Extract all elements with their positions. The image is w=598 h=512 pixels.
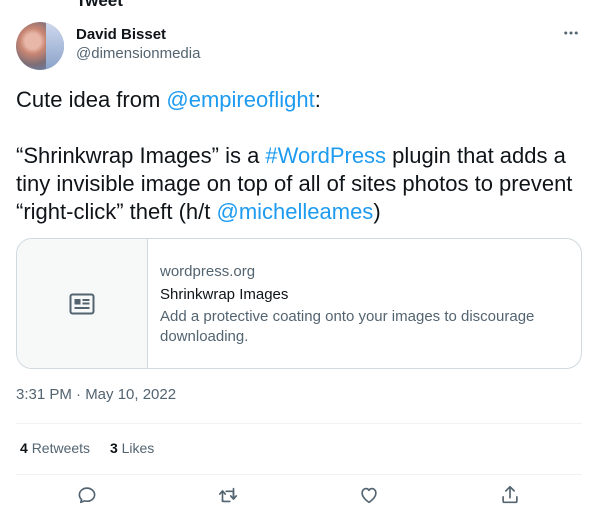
hashtag-link-wordpress[interactable]: #WordPress bbox=[265, 143, 386, 168]
card-media bbox=[17, 239, 148, 368]
card-description: Add a protective coating onto your image… bbox=[160, 308, 535, 345]
link-card[interactable]: wordpress.org Shrinkwrap Images Add a pr… bbox=[16, 238, 582, 369]
more-options-button[interactable] bbox=[560, 22, 582, 44]
share-icon bbox=[502, 485, 518, 504]
divider bbox=[16, 474, 582, 475]
share-button[interactable] bbox=[499, 484, 521, 506]
retweets-label: Retweets bbox=[31, 440, 91, 456]
author-names: David Bisset @dimensionmedia bbox=[76, 26, 200, 64]
author-display-name[interactable]: David Bisset bbox=[76, 26, 200, 44]
action-bar bbox=[0, 484, 598, 512]
like-icon bbox=[361, 487, 377, 504]
reply-icon bbox=[78, 487, 96, 504]
tweet-text: Cute idea from @empireoflight: “Shrinkwr… bbox=[16, 86, 582, 226]
avatar[interactable] bbox=[16, 22, 64, 70]
retweet-icon bbox=[218, 487, 238, 503]
like-button[interactable] bbox=[358, 484, 380, 506]
reply-button[interactable] bbox=[76, 484, 98, 506]
likes-stat[interactable]: 3 Likes bbox=[110, 440, 154, 456]
likes-label: Likes bbox=[121, 440, 155, 456]
retweets-count: 4 bbox=[20, 440, 28, 456]
tweet-text-segment: : bbox=[314, 87, 321, 112]
tweet-paragraph-1: Cute idea from @empireoflight: bbox=[16, 86, 582, 114]
tweet-paragraph-2: “Shrinkwrap Images” is a #WordPress plug… bbox=[16, 142, 582, 226]
mention-link-michelleames[interactable]: @michelleames bbox=[216, 199, 373, 224]
tweet-timestamp[interactable]: 3:31 PM · May 10, 2022 bbox=[16, 385, 176, 405]
divider bbox=[16, 423, 582, 424]
clipped-header-text: Tweet bbox=[76, 0, 123, 10]
card-domain: wordpress.org bbox=[160, 263, 256, 280]
tweet-text-segment: ) bbox=[373, 199, 381, 224]
mention-link-empireoflight[interactable]: @empireoflight bbox=[166, 87, 314, 112]
article-icon bbox=[69, 293, 95, 314]
tweet-text-segment: “Shrinkwrap Images” is a bbox=[16, 143, 266, 168]
tweet-text-segment: Cute idea from bbox=[16, 87, 167, 112]
tweet-header: David Bisset @dimensionmedia bbox=[16, 22, 582, 70]
retweets-stat[interactable]: 4 Retweets bbox=[20, 440, 90, 456]
author-handle[interactable]: @dimensionmedia bbox=[76, 44, 200, 64]
likes-count: 3 bbox=[109, 440, 118, 456]
engagement-stats: 4 Retweets 3 Likes bbox=[20, 438, 170, 458]
more-icon bbox=[564, 31, 578, 35]
card-body: wordpress.org Shrinkwrap Images Add a pr… bbox=[160, 263, 570, 347]
retweet-button[interactable] bbox=[217, 484, 239, 506]
card-title: Shrinkwrap Images bbox=[160, 286, 289, 303]
